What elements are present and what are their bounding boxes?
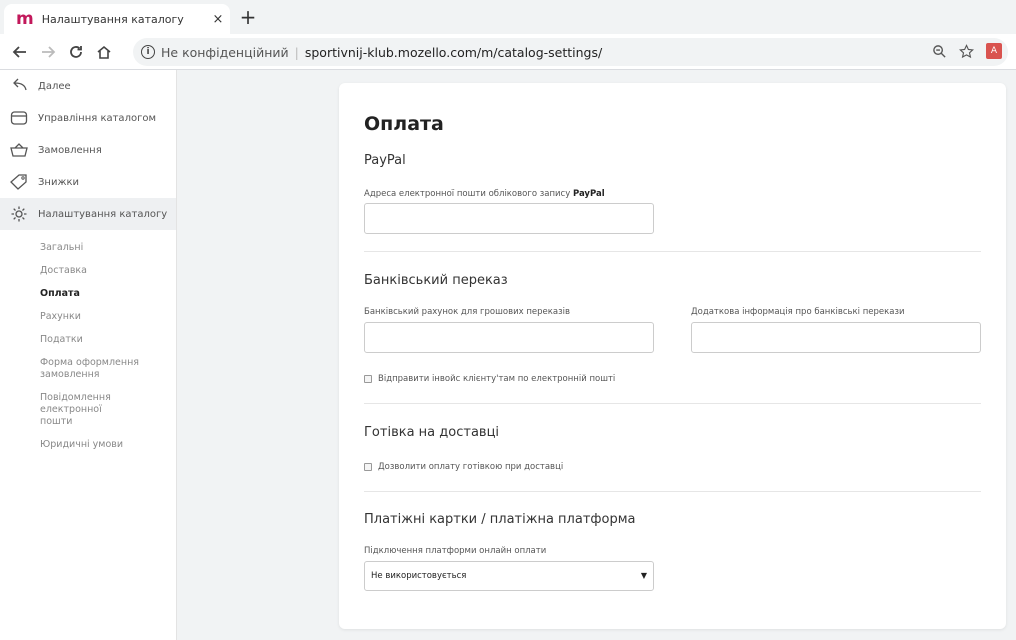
payment-settings-card: Оплата PayPal Адреса електронної пошти о…: [339, 83, 1006, 629]
forward-arrow-icon: [42, 45, 56, 58]
submenu-item-legal-terms[interactable]: Юридичні умови: [0, 439, 176, 451]
chevron-down-icon: ▼: [640, 571, 647, 580]
payment-platform-select[interactable]: Не використовується ▼: [364, 561, 654, 591]
paypal-email-label: Адреса електронної пошти облікового запи…: [364, 189, 605, 199]
allow-cash-label: Дозволити оплату готівкою при доставці: [378, 462, 564, 472]
back-arrow-icon: [10, 78, 32, 94]
tab-close-button[interactable]: ×: [206, 12, 230, 27]
submenu-item-checkout-form[interactable]: Форма оформлення замовлення: [0, 357, 140, 381]
box-icon: [10, 110, 32, 126]
submenu-item-payment[interactable]: Оплата: [0, 288, 176, 300]
url-text: sportivnij-klub.mozello.com/m/catalog-se…: [304, 44, 603, 60]
cash-on-delivery-heading: Готівка на доставці: [364, 425, 500, 440]
bank-account-label: Банківський рахунок для грошових переказ…: [364, 307, 571, 317]
sidebar-item-discounts[interactable]: Знижки: [0, 166, 176, 198]
divider: [364, 251, 981, 252]
divider: [364, 403, 981, 404]
send-invoice-label: Відправити інвойс клієнту'там по електро…: [378, 374, 616, 384]
pdf-extension-icon[interactable]: A: [986, 43, 1002, 59]
new-tab-button[interactable]: +: [236, 6, 260, 28]
send-invoice-checkbox[interactable]: [364, 375, 372, 383]
submenu-item-invoices[interactable]: Рахунки: [0, 311, 176, 323]
omnibox-actions: A: [932, 43, 1002, 59]
home-icon: [97, 45, 111, 59]
reload-icon: [70, 45, 82, 58]
tab-title: Налаштування каталогу: [41, 12, 184, 26]
back-arrow-icon: [12, 45, 26, 58]
sidebar-item-label: Налаштування каталогу: [38, 208, 168, 220]
submenu-item-taxes[interactable]: Податки: [0, 334, 176, 346]
payment-platform-heading: Платіжні картки / платіжна платформа: [364, 512, 636, 527]
paypal-heading: PayPal: [364, 153, 406, 168]
star-icon[interactable]: [959, 43, 974, 59]
sidebar-item-label: Знижки: [38, 176, 79, 188]
bank-info-label: Додаткова інформація про банківські пере…: [691, 307, 905, 317]
tag-icon: [10, 174, 32, 190]
settings-submenu: Загальні Доставка Оплата Рахунки Податки…: [0, 242, 176, 451]
sidebar-item-back[interactable]: Далее: [0, 70, 176, 102]
payment-platform-label: Підключення платформи онлайн оплати: [364, 546, 547, 556]
gear-icon: [10, 205, 32, 223]
browser-toolbar: i Не конфіденційний | sportivnij-klub.mo…: [0, 34, 1016, 70]
sidebar-item-label: Замовлення: [38, 144, 102, 156]
sidebar-item-label: Управління каталогом: [38, 112, 156, 124]
home-button[interactable]: [90, 38, 118, 66]
bank-transfer-heading: Банківський переказ: [364, 273, 508, 288]
submenu-item-general[interactable]: Загальні: [0, 242, 176, 254]
browser-tabbar: m Налаштування каталогу × +: [0, 0, 1016, 34]
basket-icon: [10, 142, 32, 158]
allow-cash-option[interactable]: Дозволити оплату готівкою при доставці: [364, 462, 563, 472]
back-button[interactable]: [6, 38, 34, 66]
sidebar: Далее Управління каталогом Замовлення Зн…: [0, 70, 177, 640]
send-invoice-option[interactable]: Відправити інвойс клієнту'там по електро…: [364, 374, 615, 384]
bank-info-input[interactable]: [691, 322, 981, 353]
reload-button[interactable]: [62, 38, 90, 66]
submenu-item-email-notifications[interactable]: Повідомлення електронної пошти: [0, 392, 120, 428]
sidebar-item-orders[interactable]: Замовлення: [0, 134, 176, 166]
bank-account-input[interactable]: [364, 322, 654, 353]
browser-tab[interactable]: m Налаштування каталогу ×: [4, 4, 230, 34]
submenu-item-delivery[interactable]: Доставка: [0, 265, 176, 277]
payment-platform-value: Не використовується: [371, 571, 467, 581]
separator: |: [294, 44, 299, 60]
security-label: Не конфіденційний: [161, 44, 289, 60]
sidebar-item-label: Далее: [38, 80, 71, 92]
page-title: Оплата: [364, 113, 444, 135]
allow-cash-checkbox[interactable]: [364, 463, 372, 471]
address-bar[interactable]: i Не конфіденційний | sportivnij-klub.mo…: [133, 38, 1008, 66]
sidebar-item-catalog-settings[interactable]: Налаштування каталогу: [0, 198, 176, 230]
paypal-email-input[interactable]: [364, 203, 654, 234]
mozello-favicon-icon: m: [16, 9, 34, 29]
divider: [364, 491, 981, 492]
sidebar-item-catalog-management[interactable]: Управління каталогом: [0, 102, 176, 134]
forward-button[interactable]: [34, 38, 62, 66]
zoom-icon[interactable]: [932, 44, 947, 59]
info-icon[interactable]: i: [141, 45, 155, 59]
